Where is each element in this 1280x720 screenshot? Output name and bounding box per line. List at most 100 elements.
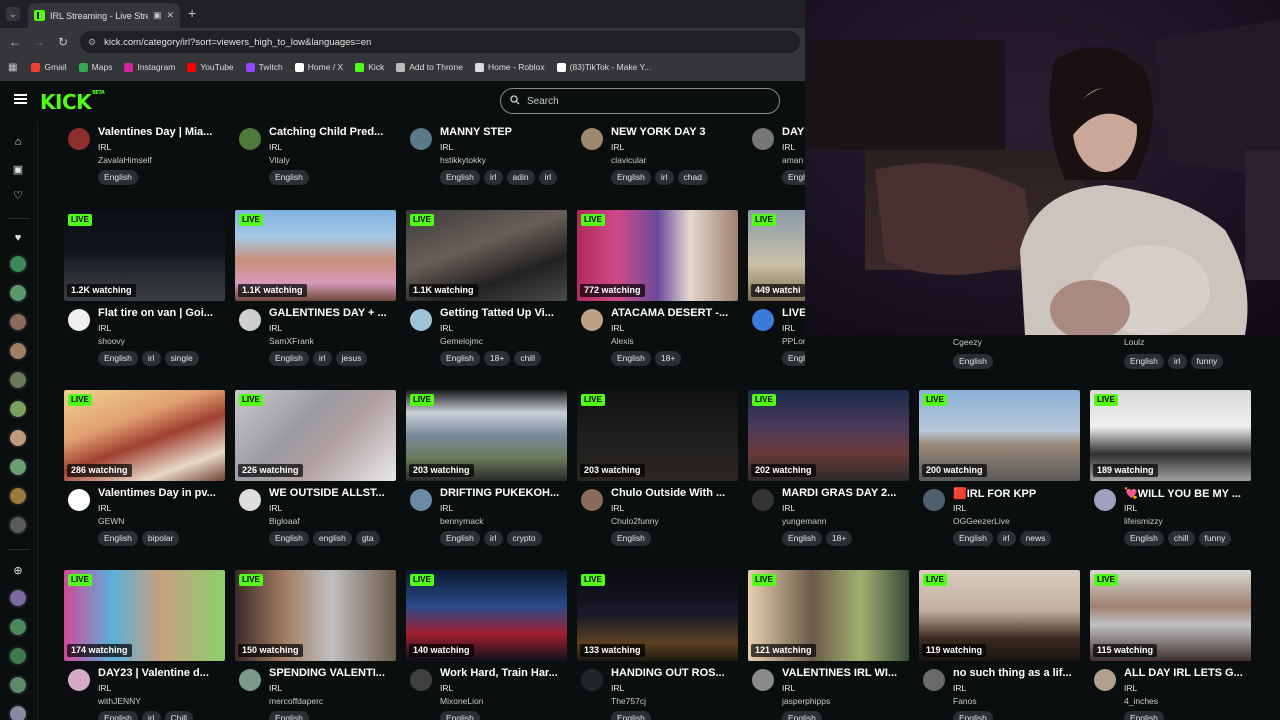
tag-pill[interactable]: irl	[141, 711, 161, 720]
avatar[interactable]	[68, 128, 90, 150]
stream-title[interactable]: MANNY STEP	[440, 126, 567, 138]
stream-title[interactable]: Flat tire on van | Goi...	[98, 307, 225, 319]
tag-pill[interactable]: jesus	[335, 351, 368, 366]
tag-pill[interactable]: Chill	[164, 711, 194, 720]
followed-channel-avatar[interactable]	[8, 457, 28, 477]
bookmark-item[interactable]: Kick	[355, 62, 384, 72]
stream-card[interactable]: LIVE 1.2K watching Flat tire on van | Goi.…	[64, 210, 225, 371]
tag-pill[interactable]: English	[1124, 354, 1164, 369]
recommended-icon[interactable]: ⊕	[11, 564, 25, 578]
new-tab-icon[interactable]: +	[188, 6, 196, 20]
stream-card[interactable]: LIVE 226 watching WE OUTSIDE ALLST... IRL Bi…	[235, 390, 396, 551]
tag-pill[interactable]: English	[1124, 531, 1164, 546]
stream-thumbnail[interactable]: LIVE 1.1K watching	[235, 210, 396, 301]
stream-card[interactable]: LIVE 449 watchi LIVE IRL PPLongIsland English	[748, 210, 805, 371]
stream-card[interactable]: NEW YORK DAY 3 IRL clavicular English irl cha…	[577, 121, 738, 190]
stream-title[interactable]: Getting Tatted Up Vi...	[440, 307, 567, 319]
stream-thumbnail[interactable]: LIVE 449 watchi	[748, 210, 805, 301]
stream-card[interactable]: LIVE 203 watching Chulo Outside With ... IR…	[577, 390, 738, 551]
stream-title[interactable]: Chulo Outside With ...	[611, 487, 738, 499]
tag-pill[interactable]: English	[1124, 711, 1164, 720]
stream-card[interactable]: LIVE 174 watching DAY23 | Valentine d... IR…	[64, 570, 225, 720]
tag-pill[interactable]: funny	[1190, 354, 1224, 369]
stream-card[interactable]: LIVE 286 watching Valentimes Day in pv... I…	[64, 390, 225, 551]
avatar[interactable]	[752, 128, 774, 150]
stream-category[interactable]: IRL	[611, 683, 624, 693]
avatar[interactable]	[581, 309, 603, 331]
tag-pill[interactable]: crypto	[506, 531, 542, 546]
followed-channel-avatar[interactable]	[8, 399, 28, 419]
avatar[interactable]	[581, 128, 603, 150]
stream-category[interactable]: IRL	[98, 683, 111, 693]
avatar[interactable]	[410, 669, 432, 691]
tag-pill[interactable]: English	[782, 351, 805, 366]
bookmark-item[interactable]: Gmail	[31, 62, 67, 72]
bookmark-item[interactable]: Instagram	[124, 62, 175, 72]
tag-pill[interactable]: irl	[483, 531, 503, 546]
stream-title[interactable]: DRIFTING PUKEKOH...	[440, 487, 567, 499]
avatar[interactable]	[923, 669, 945, 691]
stream-category[interactable]: IRL	[98, 503, 111, 513]
stream-category[interactable]: IRL	[611, 323, 624, 333]
tag-pill[interactable]: English	[440, 170, 480, 185]
bookmark-item[interactable]: Add to Throne	[396, 62, 463, 72]
tag-pill[interactable]: chad	[677, 170, 708, 185]
following-icon[interactable]: ♡	[11, 189, 25, 203]
followed-channel-avatar[interactable]	[8, 341, 28, 361]
channel-name[interactable]: Loulz	[1124, 337, 1144, 347]
channel-name[interactable]: Chulo2funny	[611, 516, 659, 526]
channel-name[interactable]: Vitaly	[269, 155, 290, 165]
stream-title[interactable]: Work Hard, Train Har...	[440, 667, 567, 679]
tag-pill[interactable]: English	[98, 351, 138, 366]
tag-pill[interactable]: irl	[1167, 354, 1187, 369]
channel-name[interactable]: OGGeezerLive	[953, 516, 1010, 526]
site-info-icon[interactable]: ⚙	[88, 37, 96, 48]
stream-category[interactable]: IRL	[782, 142, 795, 152]
stream-card[interactable]: LIVE 121 watching VALENTINES IRL WI... IRL j…	[748, 570, 909, 720]
stream-title[interactable]: no such thing as a lif...	[953, 667, 1080, 679]
channel-name[interactable]: MixoneLion	[440, 696, 483, 706]
tag-pill[interactable]: irl	[538, 170, 558, 185]
channel-name[interactable]: shoovy	[98, 336, 125, 346]
followed-channel-avatar[interactable]	[8, 370, 28, 390]
stream-thumbnail[interactable]: LIVE 1.1K watching	[406, 210, 567, 301]
avatar[interactable]	[68, 309, 90, 331]
avatar[interactable]	[239, 309, 261, 331]
followed-channel-avatar[interactable]	[8, 486, 28, 506]
tag-pill[interactable]: english	[312, 531, 352, 546]
stream-thumbnail[interactable]: LIVE 119 watching	[919, 570, 1080, 661]
avatar[interactable]	[923, 489, 945, 511]
tag-pill[interactable]: irl	[654, 170, 674, 185]
tag-pill[interactable]: English	[782, 711, 822, 720]
menu-icon[interactable]	[14, 94, 27, 104]
tag-pill[interactable]: bipolar	[141, 531, 180, 546]
tab-close-icon[interactable]: ✕	[166, 10, 174, 21]
bookmark-item[interactable]: Home / X	[294, 62, 343, 72]
avatar[interactable]	[752, 309, 774, 331]
tag-pill[interactable]: English	[953, 531, 993, 546]
stream-category[interactable]: IRL	[611, 142, 624, 152]
stream-category[interactable]: IRL	[269, 323, 282, 333]
tag-pill[interactable]: 18+	[825, 531, 853, 546]
browse-icon[interactable]: ▣	[11, 163, 25, 177]
tag-pill[interactable]: chill	[514, 351, 541, 366]
stream-card[interactable]: LIVE 200 watching 🟥IRL FOR KPP IRL OGGeezerL…	[919, 390, 1080, 551]
channel-name[interactable]: Bigloaaf	[269, 516, 300, 526]
stream-card[interactable]: DAY IRL aman Engl	[748, 121, 805, 190]
channel-name[interactable]: PPLongIsland	[782, 336, 805, 346]
stream-thumbnail[interactable]: LIVE 121 watching	[748, 570, 909, 661]
bookmark-item[interactable]: YouTube	[187, 62, 234, 72]
tag-pill[interactable]: gta	[355, 531, 380, 546]
stream-title[interactable]: ATACAMA DESERT -...	[611, 307, 738, 319]
stream-thumbnail[interactable]: LIVE 140 watching	[406, 570, 567, 661]
tag-pill[interactable]: English	[611, 711, 651, 720]
avatar[interactable]	[410, 309, 432, 331]
stream-category[interactable]: IRL	[953, 503, 966, 513]
stream-card[interactable]: LIVE 115 watching ALL DAY IRL LETS G... IRL…	[1090, 570, 1251, 720]
stream-thumbnail[interactable]: LIVE 174 watching	[64, 570, 225, 661]
tag-pill[interactable]: irl	[483, 170, 503, 185]
stream-category[interactable]: IRL	[440, 142, 453, 152]
channel-name[interactable]: yungemann	[782, 516, 826, 526]
avatar[interactable]	[752, 669, 774, 691]
stream-card[interactable]: LIVE 119 watching no such thing as a lif..…	[919, 570, 1080, 720]
